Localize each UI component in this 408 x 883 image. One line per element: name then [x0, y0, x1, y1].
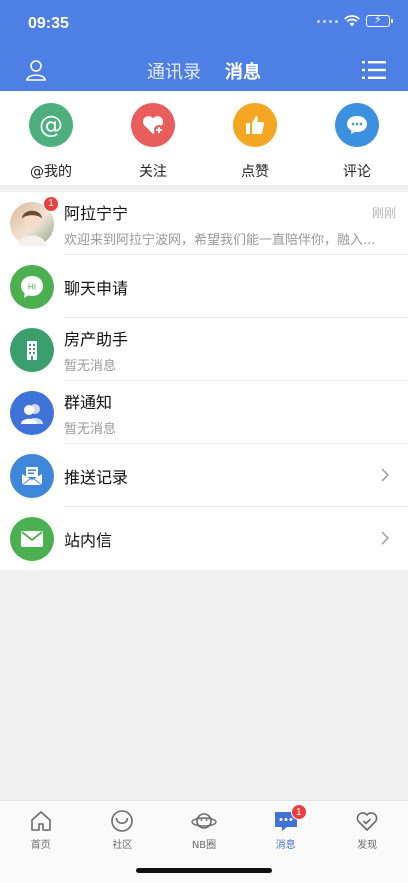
message-row-push-records[interactable]: 推送记录 — [0, 444, 408, 507]
home-indicator — [136, 868, 272, 873]
message-row-alaningning[interactable]: 1 阿拉宁宁 欢迎来到阿拉宁波网，希望我们能一直陪伴你，融入... 刚刚 — [0, 192, 408, 255]
message-title: 房产助手 — [64, 329, 129, 349]
signal-icon — [317, 19, 338, 23]
chevron-right-icon — [381, 531, 390, 545]
tab-label: NB圈 — [191, 840, 217, 851]
tab-label: 消息 — [275, 840, 296, 851]
quick-label: 点赞 — [241, 164, 269, 180]
header: 09:35 ⚡ 通讯录 消息 — [0, 0, 408, 91]
tab-contacts[interactable]: 通讯录 — [147, 58, 201, 84]
planet-icon — [191, 813, 217, 829]
quick-at-me[interactable]: @ @我的 — [0, 91, 102, 185]
message-row-property-assistant[interactable]: 房产助手 暂无消息 — [0, 318, 408, 381]
chat-request-icon: HI — [10, 264, 54, 309]
menu-list-icon[interactable] — [362, 60, 386, 80]
message-list: 1 阿拉宁宁 欢迎来到阿拉宁波网，希望我们能一直陪伴你，融入... 刚刚 HI … — [0, 192, 408, 570]
header-tabs: 通讯录 消息 — [0, 58, 408, 84]
unread-badge: 1 — [43, 195, 59, 212]
quick-likes[interactable]: 点赞 — [204, 91, 306, 185]
building-icon — [10, 327, 54, 372]
message-preview: 暂无消息 — [64, 421, 117, 437]
avatar: 1 — [10, 195, 59, 246]
at-icon: @ — [29, 103, 73, 147]
tab-unread-badge: 1 — [290, 804, 307, 820]
heart-plus-icon — [131, 103, 175, 147]
status-time: 09:35 — [28, 15, 69, 32]
comment-bubble-icon — [335, 103, 379, 147]
quick-label: 关注 — [139, 164, 167, 180]
svg-text:HI: HI — [28, 282, 36, 291]
mail-icon — [10, 516, 54, 561]
message-row-site-mail[interactable]: 站内信 — [0, 507, 408, 570]
group-users-icon — [10, 390, 54, 435]
quick-label: @我的 — [30, 164, 72, 180]
message-title: 群通知 — [64, 392, 113, 412]
battery-icon: ⚡ — [366, 13, 393, 27]
message-title: 推送记录 — [64, 467, 129, 487]
thumbs-up-icon — [233, 103, 277, 147]
tab-label: 社区 — [112, 840, 133, 851]
message-row-chat-request[interactable]: HI 聊天申请 — [0, 255, 408, 318]
wifi-icon — [344, 15, 360, 27]
status-icons: ⚡ — [317, 13, 393, 27]
message-title: 聊天申请 — [64, 278, 129, 298]
quick-actions: @ @我的 关注 点赞 评论 — [0, 91, 408, 185]
tab-label: 发现 — [357, 840, 378, 851]
message-preview: 欢迎来到阿拉宁波网，希望我们能一直陪伴你，融入... — [64, 232, 376, 248]
envelope-open-icon — [10, 453, 54, 498]
tab-home[interactable]: 首页 — [0, 801, 82, 883]
message-time: 刚刚 — [371, 206, 396, 220]
message-title: 站内信 — [64, 530, 113, 550]
quick-label: 评论 — [343, 164, 371, 180]
community-icon — [111, 810, 134, 832]
tab-discover[interactable]: 发现 — [326, 801, 408, 883]
message-title: 阿拉宁宁 — [64, 203, 129, 223]
chevron-right-icon — [381, 468, 390, 482]
message-row-group-notice[interactable]: 群通知 暂无消息 — [0, 381, 408, 444]
home-icon — [30, 811, 51, 831]
quick-follow[interactable]: 关注 — [102, 91, 204, 185]
message-preview: 暂无消息 — [64, 358, 117, 374]
tab-messages[interactable]: 消息 — [225, 58, 261, 84]
quick-comments[interactable]: 评论 — [306, 91, 408, 185]
discover-heart-icon — [356, 812, 378, 831]
tab-label: 首页 — [30, 840, 51, 851]
